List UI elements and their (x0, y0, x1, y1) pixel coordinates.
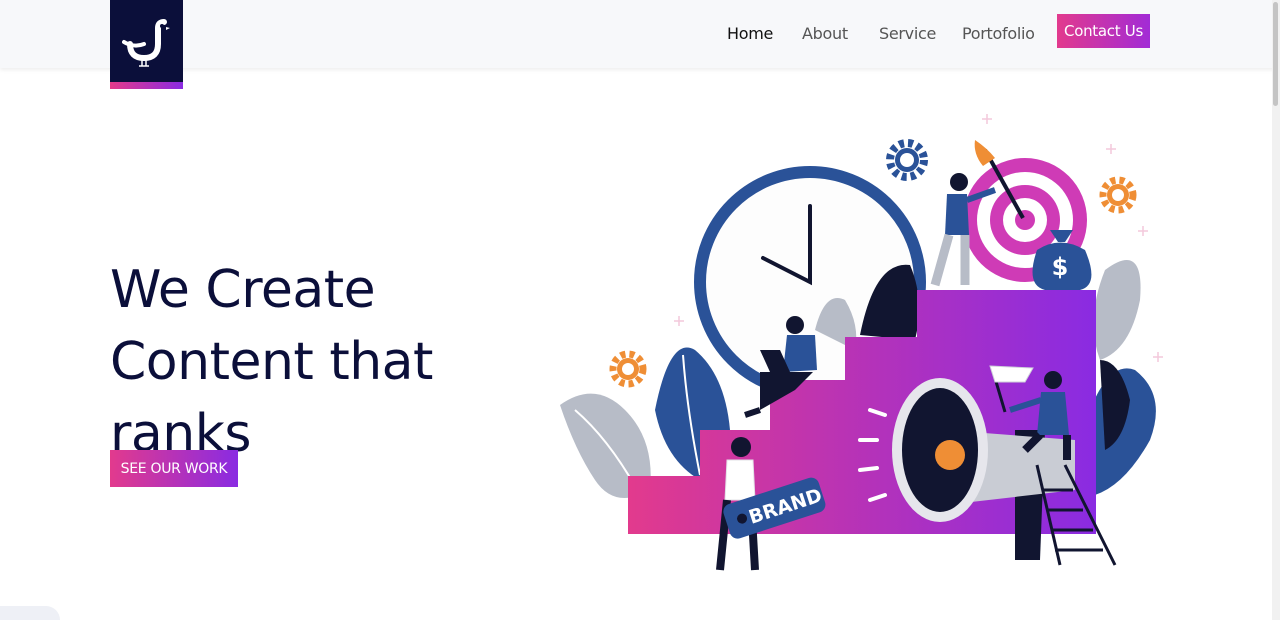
duck-logo-icon (122, 19, 170, 67)
nav-about-link[interactable]: About (802, 24, 848, 43)
gear-icon (609, 350, 647, 388)
gray-leaf-right (1093, 260, 1141, 360)
nav-home-link[interactable]: Home (727, 24, 773, 43)
nav-service-link[interactable]: Service (879, 24, 936, 43)
hero-title-line-1: We Create (110, 260, 376, 320)
gear-icon (886, 139, 928, 181)
contact-us-button[interactable]: Contact Us (1057, 14, 1150, 48)
hero-title-line-2: Content that (110, 332, 433, 392)
see-our-work-button[interactable]: SEE OUR WORK (110, 450, 238, 487)
gear-icon (1099, 176, 1137, 214)
page-scrollbar[interactable] (1272, 0, 1280, 620)
scrollbar-thumb[interactable] (1273, 2, 1278, 106)
nav-portofolio-link[interactable]: Portofolio (962, 24, 1035, 43)
corner-decoration (0, 606, 60, 620)
top-navbar: Home About Service Portofolio Contact Us (0, 0, 1280, 68)
hero-illustration: $ BRAND (560, 114, 1163, 571)
svg-text:$: $ (1052, 253, 1069, 281)
site-logo[interactable] (110, 0, 183, 89)
hero-title: We Create Content that ranks (110, 254, 530, 470)
logo-gradient-bar (110, 82, 183, 89)
